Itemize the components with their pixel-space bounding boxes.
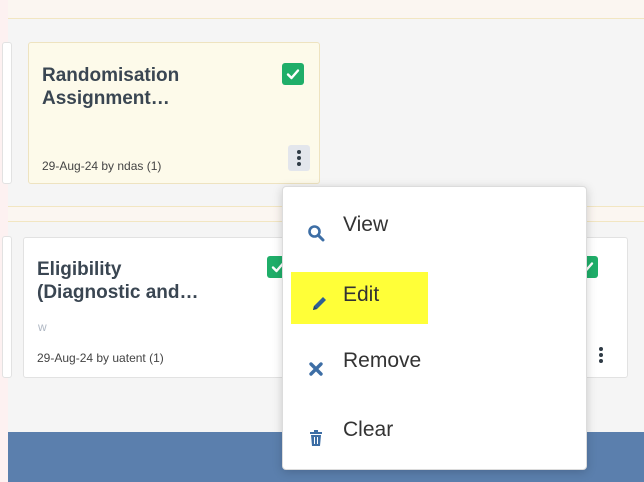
- card-title-line: Randomisation: [42, 65, 180, 86]
- card-options-kebab[interactable]: [288, 145, 310, 171]
- menu-item-label: Clear: [343, 418, 394, 441]
- close-icon: [307, 352, 325, 376]
- card-meta: 29-Aug-24 by uatent (1): [37, 351, 164, 365]
- card-randomisation[interactable]: Randomisation Assignment… 29-Aug-24 by n…: [28, 42, 320, 184]
- trash-icon: [307, 421, 325, 446]
- card-partial-left[interactable]: [2, 42, 12, 184]
- column-header-strip: [8, 0, 644, 19]
- pencil-icon: [311, 286, 329, 310]
- menu-item-label: Edit: [343, 283, 380, 306]
- card-title-line: Assignment…: [42, 88, 170, 109]
- menu-item-view[interactable]: View: [283, 205, 586, 245]
- card-options-kebab[interactable]: [590, 342, 612, 368]
- menu-item-remove[interactable]: Remove: [283, 341, 586, 381]
- card-title-line: Eligibility: [37, 259, 122, 280]
- menu-item-label: View: [343, 213, 389, 236]
- card-title-line: (Diagnostic and…: [37, 282, 199, 303]
- card-context-menu: View Edit Remove Clear: [282, 186, 587, 470]
- card-eligibility[interactable]: Eligibility (Diagnostic and… ᴡ 29-Aug-24…: [23, 237, 313, 378]
- menu-item-clear[interactable]: Clear: [283, 410, 586, 450]
- menu-item-label: Remove: [343, 349, 422, 372]
- menu-item-edit[interactable]: Edit: [283, 275, 586, 315]
- card-partial-left[interactable]: [2, 236, 12, 378]
- search-icon: [307, 216, 325, 242]
- card-sub-icon: ᴡ: [38, 320, 47, 334]
- card-title[interactable]: Eligibility (Diagnostic and…: [37, 258, 199, 304]
- card-meta: 29-Aug-24 by ndas (1): [42, 159, 162, 173]
- completed-check-icon: [282, 63, 304, 85]
- card-title[interactable]: Randomisation Assignment…: [42, 64, 179, 110]
